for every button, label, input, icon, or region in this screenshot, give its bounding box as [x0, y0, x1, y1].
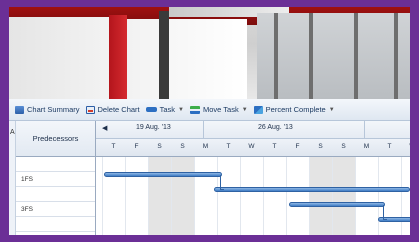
day-label: T: [111, 143, 116, 150]
wall-mid: [127, 19, 247, 99]
chart-summary-icon: [15, 105, 24, 114]
day-column: [263, 157, 286, 235]
week-separator: [364, 121, 365, 139]
task-bar[interactable]: [104, 172, 222, 177]
timeline-days: TFSSMTWTFSSMTW: [96, 139, 410, 157]
day-label: M: [202, 143, 209, 150]
move-task-label: Move Task: [203, 105, 239, 114]
app-screenshot: Chart Summary Delete Chart Task ▼ Move T…: [9, 7, 410, 235]
day-label: W: [248, 143, 255, 150]
day-column: [309, 157, 332, 235]
day-label: S: [180, 143, 185, 150]
timeline-weeks: ◀ 19 Aug. '13 26 Aug. '13: [96, 121, 410, 139]
delete-chart-button[interactable]: Delete Chart: [85, 105, 140, 114]
percent-complete-button[interactable]: Percent Complete ▼: [253, 105, 335, 114]
chart-summary-button[interactable]: Chart Summary: [15, 105, 80, 114]
task-bar[interactable]: [214, 187, 410, 192]
building-photo: [9, 7, 410, 99]
day-label: T: [387, 143, 392, 150]
day-column: [378, 157, 401, 235]
day-column: [355, 157, 378, 235]
dependency-link: [383, 205, 387, 220]
day-column: [401, 157, 410, 235]
day-column: [332, 157, 355, 235]
day-column: [194, 157, 217, 235]
day-label: S: [341, 143, 346, 150]
move-task-button[interactable]: Move Task ▼: [190, 105, 248, 114]
chart-summary-label: Chart Summary: [27, 105, 80, 114]
day-label: W: [401, 143, 410, 150]
day-label: S: [157, 143, 162, 150]
day-label: T: [272, 143, 277, 150]
predecessors-column: Predecessors 1FS 3FS: [16, 121, 96, 235]
task-button[interactable]: Task ▼: [145, 105, 184, 114]
column-a-header: A: [10, 129, 15, 136]
task-label: Task: [159, 105, 176, 114]
day-column: [171, 157, 194, 235]
percent-complete-icon: [253, 105, 263, 114]
table-row[interactable]: [16, 187, 95, 202]
gantt-chart[interactable]: ◀ 19 Aug. '13 26 Aug. '13 T F S S M T W T F S S M T W: [96, 121, 410, 235]
day-label: S: [318, 143, 323, 150]
day-column: [217, 157, 240, 235]
chevron-down-icon: ▼: [241, 106, 248, 113]
day-label: T: [226, 143, 231, 150]
week-label: 19 Aug. '13: [136, 124, 171, 131]
table-row[interactable]: [16, 157, 95, 172]
day-column: [102, 157, 125, 235]
mullion: [309, 13, 313, 99]
table-row[interactable]: 1FS: [16, 172, 95, 187]
predecessors-header[interactable]: Predecessors: [16, 121, 95, 157]
wall-left: [9, 17, 119, 99]
glass-facade: [257, 13, 410, 99]
task-bar[interactable]: [289, 202, 385, 207]
delete-chart-icon: [85, 105, 95, 114]
red-pillar: [109, 15, 127, 99]
percent-complete-label: Percent Complete: [265, 105, 326, 114]
mullion: [274, 13, 278, 99]
column-a: A: [9, 121, 16, 235]
chevron-down-icon: ▼: [178, 106, 184, 113]
day-label: M: [363, 143, 370, 150]
table-row[interactable]: [16, 217, 95, 232]
day-column: [148, 157, 171, 235]
mullion: [394, 13, 398, 99]
scroll-left-icon[interactable]: ◀: [102, 124, 107, 132]
move-task-icon: [190, 105, 200, 114]
day-label: F: [295, 143, 300, 150]
dependency-link: [220, 175, 224, 190]
chevron-down-icon: ▼: [328, 106, 335, 113]
day-column: [125, 157, 148, 235]
mullion: [354, 13, 358, 99]
table-row[interactable]: 3FS: [16, 202, 95, 217]
delete-chart-label: Delete Chart: [97, 105, 140, 114]
dark-pillar: [159, 11, 169, 99]
week-separator: [203, 121, 204, 139]
day-column: [240, 157, 263, 235]
task-icon: [145, 107, 157, 112]
week-label: 26 Aug. '13: [258, 124, 293, 131]
gantt-toolbar: Chart Summary Delete Chart Task ▼ Move T…: [9, 99, 410, 121]
day-column: [286, 157, 309, 235]
day-label: F: [134, 143, 139, 150]
